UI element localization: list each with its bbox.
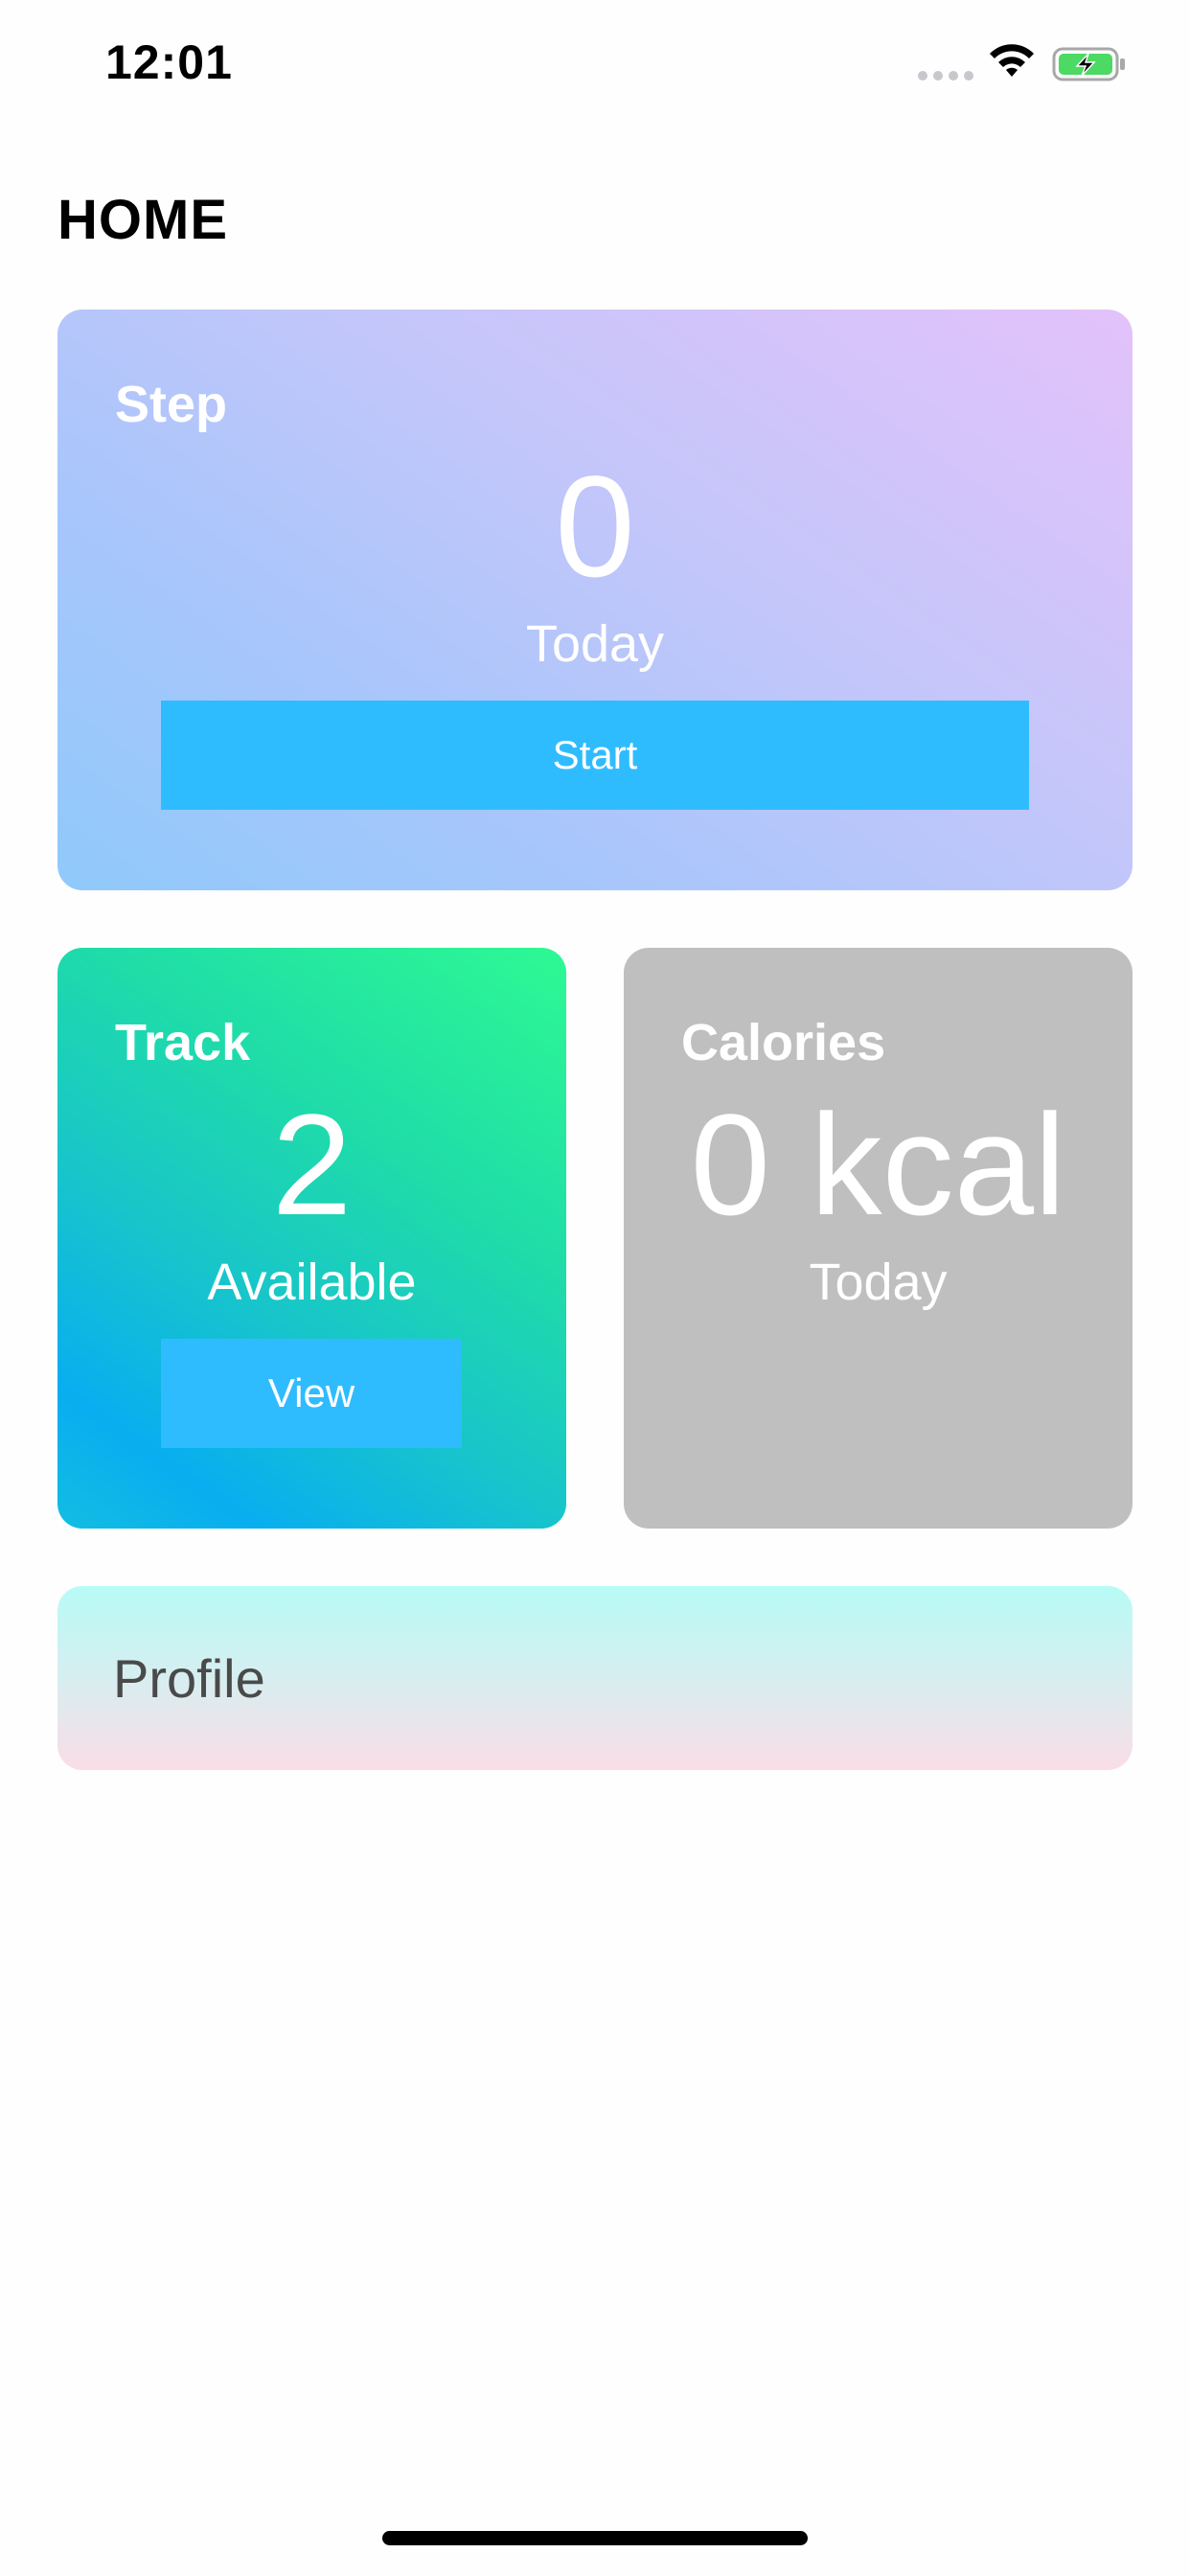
track-card-title: Track — [115, 1014, 251, 1071]
home-screen: 12:01 HOME Step 0 Today Start Track 2 Av… — [0, 0, 1190, 2576]
step-count: 0 — [555, 446, 635, 607]
step-card: Step 0 Today Start — [57, 310, 1133, 890]
calories-period-label: Today — [809, 1254, 948, 1311]
page-title: HOME — [57, 189, 228, 251]
status-bar: 12:01 — [0, 0, 1190, 125]
signal-dots-icon — [918, 71, 973, 80]
step-card-title: Step — [115, 376, 228, 433]
step-period-label: Today — [525, 615, 665, 673]
status-time: 12:01 — [105, 35, 233, 89]
start-button[interactable]: Start — [161, 701, 1029, 810]
calories-value: 0 kcal — [690, 1084, 1066, 1245]
view-button[interactable]: View — [161, 1339, 462, 1448]
profile-label: Profile — [113, 1648, 265, 1709]
wifi-icon — [990, 44, 1034, 77]
profile-card[interactable]: Profile — [57, 1586, 1133, 1770]
track-count: 2 — [271, 1084, 353, 1245]
battery-charging-icon — [1052, 47, 1125, 81]
calories-card: Calories 0 kcal Today — [624, 948, 1133, 1529]
track-available-label: Available — [207, 1254, 417, 1311]
home-indicator[interactable] — [382, 2531, 808, 2545]
track-card: Track 2 Available View — [57, 948, 566, 1529]
calories-card-title: Calories — [681, 1014, 886, 1071]
